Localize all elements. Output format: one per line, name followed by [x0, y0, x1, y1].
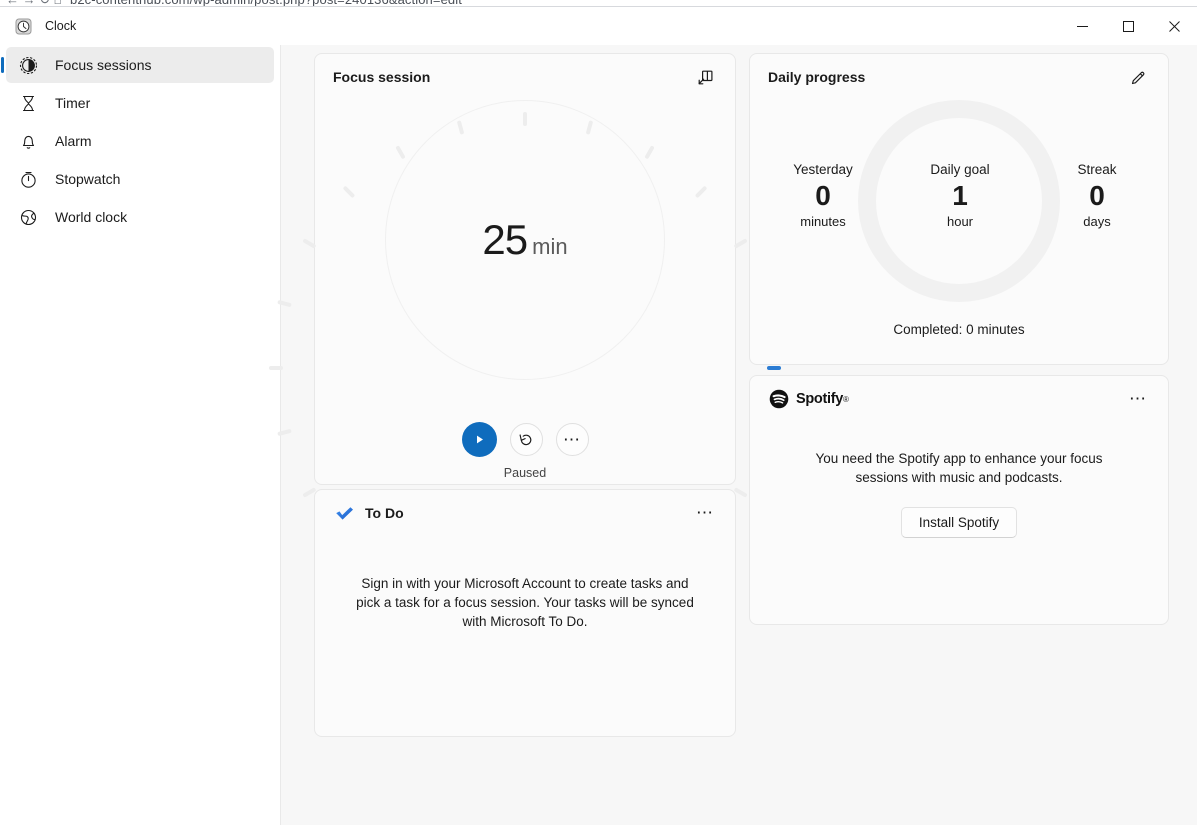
stat-label: Streak [1077, 162, 1117, 177]
sidebar-item-label: Timer [55, 95, 91, 111]
stat-label: Daily goal [930, 162, 990, 177]
dial-tick [694, 185, 708, 199]
globe-icon [18, 207, 38, 227]
dial-minutes-unit: min [532, 234, 568, 259]
todo-check-icon [333, 502, 355, 524]
focus-sessions-icon [18, 55, 38, 75]
stat-daily-goal: Daily goal 1 hour [895, 162, 1025, 229]
spotify-action-row: Install Spotify [750, 507, 1168, 538]
focus-session-status: Paused [503, 466, 547, 480]
bell-icon [18, 131, 38, 151]
stat-value: 0 [1089, 180, 1105, 211]
stat-unit: minutes [800, 214, 846, 229]
dial-minutes-value: 25 [482, 216, 528, 263]
spotify-wordmark: Spotify [796, 391, 844, 407]
card-title: Daily progress [768, 69, 866, 85]
install-spotify-button[interactable]: Install Spotify [900, 507, 1018, 538]
stat-label: Yesterday [793, 162, 853, 177]
stat-unit: days [1083, 214, 1111, 229]
todo-header: To Do ⋯ [315, 490, 735, 536]
spotify-logo-icon [768, 389, 789, 410]
more-options-icon: ⋯ [563, 429, 581, 449]
title-bar: Clock [0, 7, 1197, 45]
card-title: Focus session [333, 69, 431, 85]
stat-yesterday: Yesterday 0 minutes [758, 162, 888, 229]
maximize-icon[interactable] [1105, 7, 1151, 45]
completed-text: Completed: 0 minutes [893, 322, 1025, 337]
more-options-button[interactable]: ⋯ [555, 423, 589, 456]
spotify-trademark: ® [843, 394, 849, 404]
more-options-icon: ⋯ [696, 503, 714, 522]
sidebar-item-focus-sessions[interactable]: Focus sessions [6, 47, 274, 83]
dial-tick [644, 145, 655, 160]
focus-session-card: Focus session 25 min ⋯ Paused [269, 53, 781, 624]
stopwatch-icon [18, 169, 38, 189]
dial-tick [302, 238, 317, 249]
clock-icon [14, 17, 32, 35]
daily-progress-card: Daily progress Yesterday 0 minutes Daily… [749, 53, 1169, 365]
focus-session-controls: ⋯ [315, 422, 735, 457]
dial-tick [277, 428, 292, 437]
focus-timer-dial[interactable]: 25 min [269, 100, 781, 624]
dial-tick [342, 185, 356, 199]
todo-more-options-button[interactable]: ⋯ [691, 499, 719, 527]
close-icon[interactable] [1151, 7, 1197, 45]
spotify-header: Spotify ® ⋯ [750, 376, 1168, 422]
stat-streak: Streak 0 days [1032, 162, 1162, 229]
app-title: Clock [45, 19, 77, 33]
sidebar-item-timer[interactable]: Timer [6, 85, 274, 121]
sidebar-item-label: Stopwatch [55, 171, 121, 187]
sidebar-item-alarm[interactable]: Alarm [6, 123, 274, 159]
minimize-icon[interactable] [1059, 7, 1105, 45]
daily-progress-header: Daily progress [750, 54, 1168, 100]
todo-message: Sign in with your Microsoft Account to c… [356, 576, 694, 629]
card-title: To Do [365, 505, 404, 521]
hourglass-icon [18, 93, 38, 113]
more-options-icon: ⋯ [1129, 389, 1147, 408]
spotify-more-options-button[interactable]: ⋯ [1124, 385, 1152, 413]
sidebar-item-world-clock[interactable]: World clock [6, 199, 274, 235]
sidebar-item-stopwatch[interactable]: Stopwatch [6, 161, 274, 197]
stat-unit: hour [946, 214, 974, 229]
clock-app-window: Clock Focus sessions Timer Alarm Stopwat… [0, 7, 1197, 825]
popout-icon[interactable] [691, 63, 719, 91]
sidebar-item-label: World clock [55, 209, 128, 225]
sidebar-item-label: Focus sessions [55, 57, 152, 73]
stat-value: 0 [815, 180, 831, 211]
pencil-icon[interactable] [1124, 63, 1152, 91]
sidebar-item-label: Alarm [55, 133, 92, 149]
todo-card: To Do ⋯ Sign in with your Microsoft Acco… [314, 489, 736, 737]
window-controls [1059, 7, 1197, 45]
spotify-card: Spotify ® ⋯ You need the Spotify app to … [749, 375, 1169, 625]
sidebar-navigation: Focus sessions Timer Alarm Stopwatch Wor… [0, 45, 280, 825]
dial-tick-active [767, 366, 781, 370]
dial-tick [733, 238, 748, 249]
spotify-brand: Spotify ® [768, 389, 849, 410]
play-button[interactable] [461, 422, 497, 457]
stat-value: 1 [952, 180, 968, 211]
dial-tick [277, 299, 292, 308]
dial-tick [269, 366, 283, 370]
content-area: Focus session 25 min ⋯ Paused To Do ⋯ Si… [269, 45, 1197, 825]
reset-button[interactable] [509, 423, 543, 456]
dial-tick [395, 145, 406, 160]
dial-readout: 25 min [385, 216, 665, 264]
background-browser-strip: ← → ↻ ⌂ b2c-contenthub.com/wp-admin/post… [0, 0, 1197, 7]
spotify-message: You need the Spotify app to enhance your… [815, 451, 1103, 485]
dial-tick [523, 112, 527, 126]
focus-session-header: Focus session [315, 54, 735, 100]
